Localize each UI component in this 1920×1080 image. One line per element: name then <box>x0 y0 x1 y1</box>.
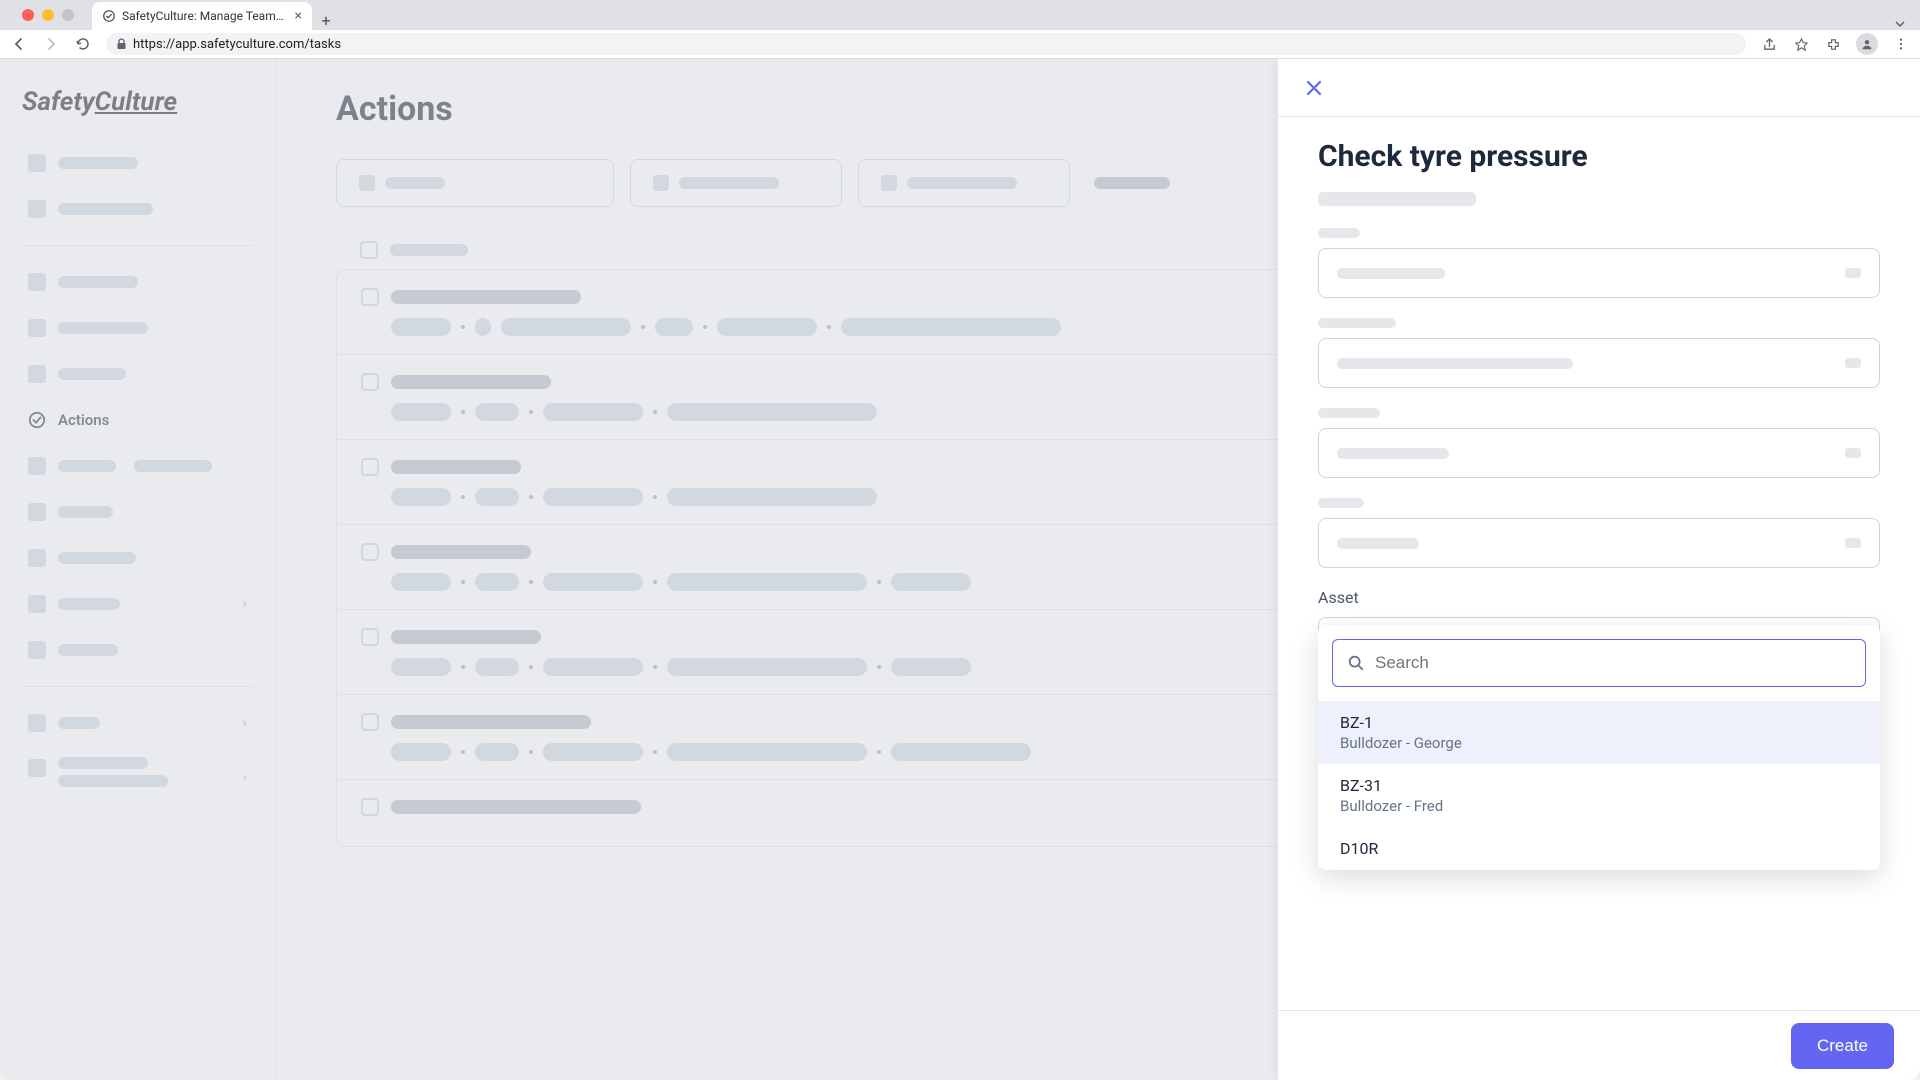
asset-option-list: BZ-1 Bulldozer - George BZ-31 Bulldozer … <box>1318 701 1880 870</box>
panel-field[interactable] <box>1318 428 1880 478</box>
asset-option-code: BZ-31 <box>1340 776 1858 795</box>
nav-reload-icon[interactable] <box>74 35 92 53</box>
viewport: SafetyCulture Actions <box>0 59 1920 1080</box>
app-shell: SafetyCulture Actions <box>0 59 1920 1080</box>
asset-field-label: Asset <box>1318 588 1880 607</box>
lock-icon <box>116 38 127 50</box>
nav-forward-icon[interactable] <box>42 35 60 53</box>
minimize-window-icon[interactable] <box>42 9 54 21</box>
browser-chrome: SafetyCulture: Manage Teams and ... × + … <box>0 0 1920 59</box>
share-icon[interactable] <box>1760 35 1778 53</box>
panel-title: Check tyre pressure <box>1318 139 1880 174</box>
maximize-window-icon[interactable] <box>62 9 74 21</box>
asset-option-code: BZ-1 <box>1340 713 1858 732</box>
tab-title: SafetyCulture: Manage Teams and ... <box>122 9 289 23</box>
menu-icon[interactable] <box>1892 35 1910 53</box>
address-bar: https://app.safetyculture.com/tasks <box>0 30 1920 59</box>
close-panel-button[interactable] <box>1304 78 1324 98</box>
close-window-icon[interactable] <box>22 9 34 21</box>
panel-field[interactable] <box>1318 248 1880 298</box>
extensions-icon[interactable] <box>1824 35 1842 53</box>
create-button[interactable]: Create <box>1791 1023 1894 1069</box>
tab-close-icon[interactable]: × <box>295 8 302 24</box>
asset-option[interactable]: BZ-31 Bulldozer - Fred <box>1318 764 1880 827</box>
nav-back-icon[interactable] <box>10 35 28 53</box>
asset-option-desc: Bulldozer - Fred <box>1340 797 1858 815</box>
asset-dropdown: BZ-1 Bulldozer - George BZ-31 Bulldozer … <box>1318 625 1880 870</box>
asset-option-desc: Bulldozer - George <box>1340 734 1858 752</box>
url-field[interactable]: https://app.safetyculture.com/tasks <box>106 33 1746 55</box>
panel-field[interactable] <box>1318 338 1880 388</box>
profile-icon[interactable] <box>1856 33 1878 55</box>
panel-field[interactable] <box>1318 518 1880 568</box>
search-text-input[interactable] <box>1375 653 1851 673</box>
browser-tab[interactable]: SafetyCulture: Manage Teams and ... × <box>92 2 312 30</box>
bookmark-icon[interactable] <box>1792 35 1810 53</box>
asset-option[interactable]: BZ-1 Bulldozer - George <box>1318 701 1880 764</box>
asset-option-code: D10R <box>1340 839 1858 858</box>
tab-favicon-icon <box>102 9 116 23</box>
tab-dropdown-icon[interactable] <box>1880 18 1920 30</box>
asset-search-input[interactable] <box>1332 639 1866 687</box>
new-tab-button[interactable]: + <box>312 11 340 30</box>
search-icon <box>1347 654 1365 672</box>
window-controls[interactable] <box>12 0 84 30</box>
side-panel: Check tyre pressure Asset Add asset <box>1278 59 1920 1080</box>
tab-bar: SafetyCulture: Manage Teams and ... × + <box>0 0 1920 30</box>
url-text: https://app.safetyculture.com/tasks <box>133 37 341 52</box>
asset-option[interactable]: D10R <box>1318 827 1880 870</box>
